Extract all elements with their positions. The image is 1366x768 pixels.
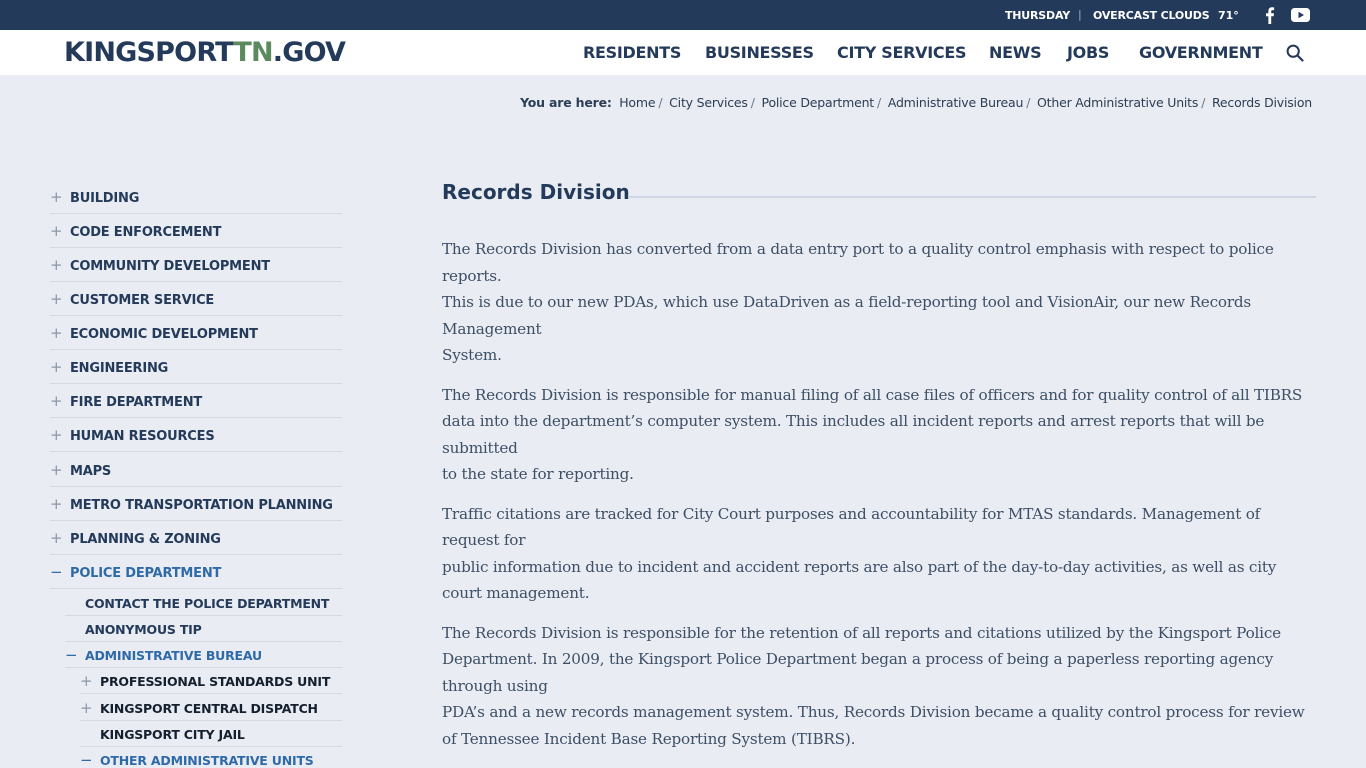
sidebar-subitem-label: CONTACT THE POLICE DEPARTMENT bbox=[85, 596, 330, 611]
search-icon[interactable] bbox=[1286, 44, 1304, 62]
sidebar-item-label: ENGINEERING bbox=[70, 361, 169, 376]
sidebar-subitem-other-administrative-units[interactable]: − OTHER ADMINISTRATIVE UNITS bbox=[80, 747, 342, 768]
sidebar-item-human-resources[interactable]: + HUMAN RESOURCES bbox=[50, 418, 342, 452]
breadcrumb-administrative-bureau[interactable]: Administrative Bureau bbox=[888, 95, 1024, 110]
paragraph-line: PDA’s and a new records management syste… bbox=[442, 703, 1305, 748]
weather-day: THURSDAY bbox=[1005, 9, 1070, 22]
weather-temperature: 71° bbox=[1218, 9, 1239, 22]
sidebar-item-customer-service[interactable]: + CUSTOMER SERVICE bbox=[50, 282, 342, 316]
sidebar-subitem-city-jail[interactable]: KINGSPORT CITY JAIL bbox=[80, 721, 342, 747]
sidebar-item-label: FIRE DEPARTMENT bbox=[70, 395, 203, 410]
sidebar-subitem-label: PROFESSIONAL STANDARDS UNIT bbox=[100, 674, 331, 689]
paragraph-line: This is due to our new PDAs, which use D… bbox=[442, 293, 1252, 338]
weather-separator: | bbox=[1078, 8, 1082, 21]
nav-government[interactable]: GOVERNMENT bbox=[1139, 43, 1263, 62]
paragraph-line: System. bbox=[442, 346, 502, 364]
paragraph-2: The Records Division is responsible for … bbox=[442, 382, 1316, 488]
page-title: Records Division bbox=[442, 180, 630, 204]
nav-businesses[interactable]: BUSINESSES bbox=[705, 43, 814, 62]
nav-city-services[interactable]: CITY SERVICES bbox=[837, 43, 966, 62]
collapse-minus-icon[interactable]: − bbox=[80, 751, 93, 768]
sidebar-subitem-anonymous-tip[interactable]: ANONYMOUS TIP bbox=[65, 616, 342, 642]
sidebar-item-fire-department[interactable]: + FIRE DEPARTMENT bbox=[50, 384, 342, 418]
expand-plus-icon[interactable]: + bbox=[50, 428, 63, 443]
collapse-minus-icon[interactable]: − bbox=[50, 565, 63, 580]
weather-conditions: OVERCAST CLOUDS bbox=[1093, 9, 1210, 22]
sidebar-subitem-administrative-bureau[interactable]: − ADMINISTRATIVE BUREAU bbox=[65, 642, 342, 668]
expand-plus-icon[interactable]: + bbox=[50, 360, 63, 375]
breadcrumb-home[interactable]: Home bbox=[619, 95, 655, 110]
top-bar: THURSDAY | OVERCAST CLOUDS 71° bbox=[0, 0, 1366, 30]
expand-plus-icon[interactable]: + bbox=[50, 463, 63, 478]
expand-plus-icon[interactable]: + bbox=[80, 699, 93, 717]
expand-plus-icon[interactable]: + bbox=[50, 224, 63, 239]
youtube-icon[interactable] bbox=[1291, 8, 1310, 22]
title-divider bbox=[628, 196, 1316, 198]
paragraph-4: The Records Division is responsible for … bbox=[442, 620, 1316, 753]
paragraph-line: The Records Division is responsible for … bbox=[442, 623, 1281, 695]
sidebar-item-label: ECONOMIC DEVELOPMENT bbox=[70, 327, 258, 342]
sidebar-item-label: CODE ENFORCEMENT bbox=[70, 225, 222, 240]
expand-plus-icon[interactable]: + bbox=[50, 497, 63, 512]
breadcrumb-current-page: Records Division bbox=[1212, 95, 1312, 110]
expand-plus-icon[interactable]: + bbox=[50, 292, 63, 307]
sidebar-subitem-label: OTHER ADMINISTRATIVE UNITS bbox=[100, 753, 314, 768]
paragraph-line: to the state for reporting. bbox=[442, 465, 634, 483]
sidebar-subitem-label: KINGSPORT CITY JAIL bbox=[100, 727, 245, 742]
breadcrumb-city-services[interactable]: City Services bbox=[669, 95, 748, 110]
sidebar-subitem-label: ANONYMOUS TIP bbox=[85, 622, 202, 637]
breadcrumb-other-administrative-units[interactable]: Other Administrative Units bbox=[1037, 95, 1198, 110]
site-logo[interactable]: KINGSPORTTN.GOV bbox=[64, 37, 346, 68]
paragraph-line: The Records Division is responsible for … bbox=[442, 385, 1303, 457]
paragraph-line: public information due to incident and a… bbox=[442, 557, 1277, 603]
breadcrumb-label: You are here: bbox=[520, 95, 612, 110]
sidebar-item-label: POLICE DEPARTMENT bbox=[70, 566, 222, 581]
paragraph-line: Traffic citations are tracked for City C… bbox=[442, 504, 1261, 550]
facebook-icon[interactable] bbox=[1262, 6, 1278, 24]
sidebar-item-police-department[interactable]: − POLICE DEPARTMENT bbox=[50, 555, 342, 589]
main-content: The Records Division has converted from … bbox=[442, 236, 1316, 765]
sidebar-item-label: CUSTOMER SERVICE bbox=[70, 293, 215, 308]
expand-plus-icon[interactable]: + bbox=[80, 672, 93, 690]
site-header: KINGSPORTTN.GOV RESIDENTS BUSINESSES CIT… bbox=[0, 30, 1366, 75]
sidebar-item-label: COMMUNITY DEVELOPMENT bbox=[70, 259, 270, 274]
sidebar-item-label: BUILDING bbox=[70, 191, 140, 206]
expand-plus-icon[interactable]: + bbox=[50, 394, 63, 409]
sidebar-subitem-label: KINGSPORT CENTRAL DISPATCH bbox=[100, 701, 318, 716]
expand-plus-icon[interactable]: + bbox=[50, 190, 63, 205]
nav-residents[interactable]: RESIDENTS bbox=[583, 43, 681, 62]
sidebar-item-label: METRO TRANSPORTATION PLANNING bbox=[70, 498, 333, 513]
paragraph-1: The Records Division has converted from … bbox=[442, 236, 1316, 369]
sidebar-subitem-professional-standards[interactable]: + PROFESSIONAL STANDARDS UNIT bbox=[80, 668, 342, 694]
collapse-minus-icon[interactable]: − bbox=[65, 646, 78, 664]
sidebar-item-economic-development[interactable]: + ECONOMIC DEVELOPMENT bbox=[50, 316, 342, 350]
sidebar-item-maps[interactable]: + MAPS bbox=[50, 453, 342, 487]
sidebar-item-label: MAPS bbox=[70, 464, 112, 479]
sidebar-item-planning-zoning[interactable]: + PLANNING & ZONING bbox=[50, 521, 342, 555]
sidebar-subitem-label: ADMINISTRATIVE BUREAU bbox=[85, 648, 262, 663]
breadcrumb: You are here: Home / City Services / Polic… bbox=[520, 95, 1312, 110]
sidebar-item-label: PLANNING & ZONING bbox=[70, 532, 221, 547]
nav-news[interactable]: NEWS bbox=[989, 43, 1042, 62]
sidebar-item-metro-transportation-planning[interactable]: + METRO TRANSPORTATION PLANNING bbox=[50, 487, 342, 521]
sidebar-subitem-contact-police[interactable]: CONTACT THE POLICE DEPARTMENT bbox=[65, 590, 342, 616]
paragraph-3: Traffic citations are tracked for City C… bbox=[442, 501, 1316, 607]
paragraph-line: The Records Division has converted from … bbox=[442, 240, 1274, 285]
sidebar-item-building[interactable]: + BUILDING bbox=[50, 180, 342, 214]
sidebar-subitem-central-dispatch[interactable]: + KINGSPORT CENTRAL DISPATCH bbox=[80, 695, 342, 721]
sidebar-item-community-development[interactable]: + COMMUNITY DEVELOPMENT bbox=[50, 248, 342, 282]
expand-plus-icon[interactable]: + bbox=[50, 258, 63, 273]
expand-plus-icon[interactable]: + bbox=[50, 531, 63, 546]
nav-jobs[interactable]: JOBS bbox=[1067, 43, 1109, 62]
sidebar-item-label: HUMAN RESOURCES bbox=[70, 429, 215, 444]
sidebar-item-code-enforcement[interactable]: + CODE ENFORCEMENT bbox=[50, 214, 342, 248]
breadcrumb-police-department[interactable]: Police Department bbox=[762, 95, 875, 110]
expand-plus-icon[interactable]: + bbox=[50, 326, 63, 341]
sidebar-item-engineering[interactable]: + ENGINEERING bbox=[50, 350, 342, 384]
